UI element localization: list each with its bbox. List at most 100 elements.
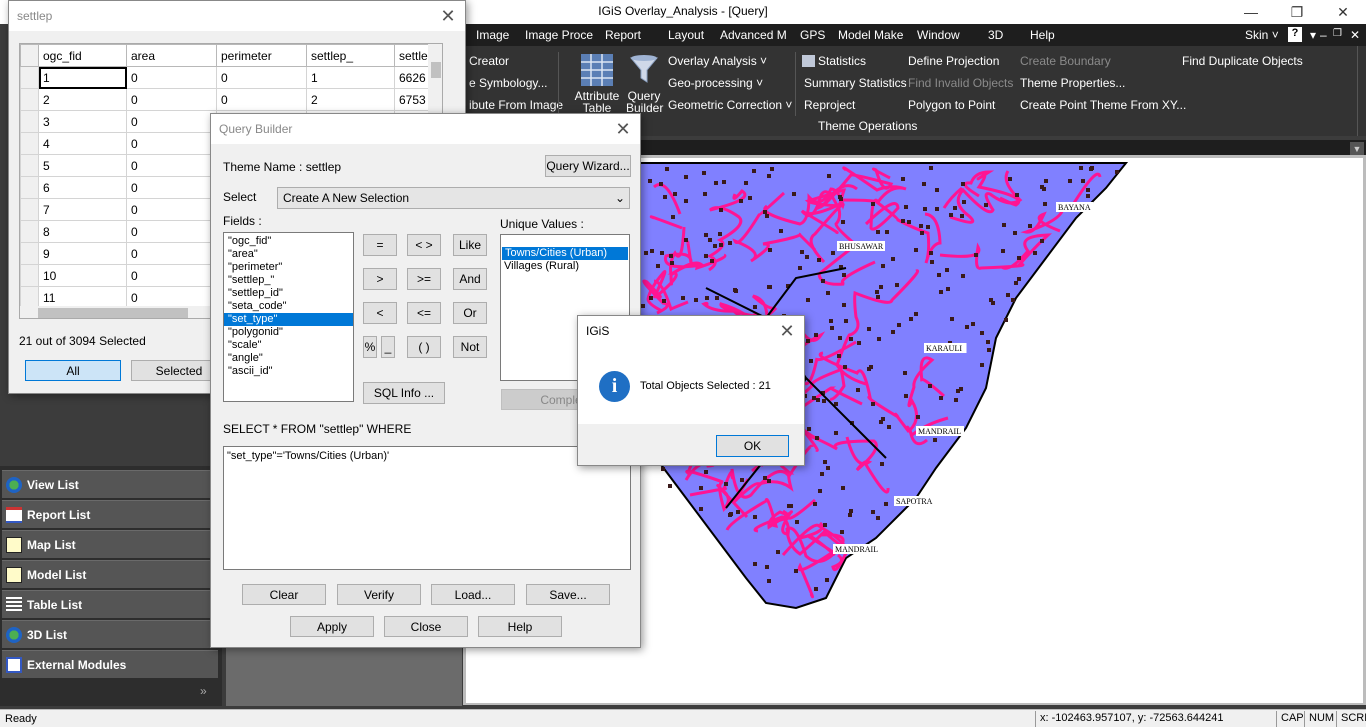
table-cell[interactable]: 9 bbox=[38, 242, 127, 265]
table-cell[interactable]: 1 bbox=[306, 66, 395, 89]
table-cell[interactable]: 0 bbox=[126, 110, 217, 133]
operator-button[interactable]: _ bbox=[381, 336, 395, 358]
tab-dropdown-icon[interactable]: ▼ bbox=[1350, 142, 1364, 156]
field-item[interactable]: "area" bbox=[224, 248, 353, 261]
expand-panel-icon[interactable]: » bbox=[200, 684, 207, 698]
column-header-area[interactable]: area bbox=[126, 44, 217, 67]
table-cell[interactable]: 0 bbox=[126, 132, 217, 155]
skin-menu[interactable]: Skin ˅ bbox=[1245, 28, 1279, 42]
mdi-restore-button[interactable]: ❐ bbox=[1333, 28, 1342, 39]
external-modules-button[interactable]: External Modules bbox=[2, 650, 218, 678]
table-cell[interactable]: 4 bbox=[38, 132, 127, 155]
table-row[interactable]: 1 0 0 1 6626 bbox=[20, 66, 435, 89]
field-item[interactable]: "set_type" bbox=[224, 313, 353, 326]
column-header-settlep[interactable]: settlep_ bbox=[306, 44, 395, 67]
ok-button[interactable]: OK bbox=[716, 435, 789, 457]
table-list-button[interactable]: Table List bbox=[2, 590, 218, 618]
table-cell[interactable]: 0 bbox=[126, 154, 217, 177]
close-icon[interactable]: ✕ bbox=[776, 320, 798, 342]
table-cell[interactable]: 3 bbox=[38, 110, 127, 133]
table-cell[interactable]: 8 bbox=[38, 220, 127, 243]
verify-button[interactable]: Verify bbox=[337, 584, 421, 605]
operator-button[interactable]: Or bbox=[453, 302, 487, 324]
apply-button[interactable]: Apply bbox=[290, 616, 374, 637]
table-cell[interactable]: 0 bbox=[216, 66, 307, 89]
help-icon[interactable]: ? bbox=[1288, 27, 1302, 42]
field-item[interactable]: "scale" bbox=[224, 339, 353, 352]
sql-expression-input[interactable]: "set_type"='Towns/Cities (Urban)' bbox=[223, 446, 631, 570]
close-button[interactable]: Close bbox=[384, 616, 468, 637]
operator-button[interactable]: = bbox=[363, 234, 397, 256]
scrollbar-thumb[interactable] bbox=[431, 62, 441, 78]
field-item[interactable]: "perimeter" bbox=[224, 261, 353, 274]
mdi-dropdown-icon[interactable]: ▾ bbox=[1310, 28, 1316, 42]
close-button[interactable]: ✕ bbox=[1320, 0, 1366, 24]
field-item[interactable]: "settlep_id" bbox=[224, 287, 353, 300]
field-item[interactable]: "angle" bbox=[224, 352, 353, 365]
scrollbar-thumb[interactable] bbox=[38, 308, 188, 318]
theme-properties-button[interactable]: Theme Properties... bbox=[1020, 76, 1125, 90]
column-header-ogcfid[interactable]: ogc_fid bbox=[38, 44, 127, 67]
geometric-correction-menu[interactable]: Geometric Correction ˅ bbox=[668, 98, 792, 112]
table-cell[interactable]: 0 bbox=[126, 88, 217, 111]
row-header[interactable] bbox=[20, 132, 39, 155]
model-list-button[interactable]: Model List bbox=[2, 560, 218, 588]
row-header[interactable] bbox=[20, 198, 39, 221]
operator-button[interactable]: ( ) bbox=[407, 336, 441, 358]
menu-help[interactable]: Help bbox=[1030, 28, 1055, 42]
row-header[interactable] bbox=[20, 88, 39, 111]
field-item[interactable]: "polygonid" bbox=[224, 326, 353, 339]
operator-button[interactable]: <= bbox=[407, 302, 441, 324]
attribute-table-button[interactable]: Attribute Table bbox=[572, 52, 622, 114]
reproject-button[interactable]: Reproject bbox=[804, 98, 855, 112]
column-header-perimeter[interactable]: perimeter bbox=[216, 44, 307, 67]
table-cell[interactable]: 0 bbox=[126, 176, 217, 199]
summary-statistics-button[interactable]: Summary Statistics bbox=[804, 76, 907, 90]
table-cell[interactable]: 0 bbox=[126, 220, 217, 243]
table-cell[interactable]: 0 bbox=[216, 88, 307, 111]
query-builder-button[interactable]: Query Builder bbox=[626, 52, 663, 114]
ribbon-attribute-from-image[interactable]: ibute From Image bbox=[469, 98, 563, 112]
load-button[interactable]: Load... bbox=[431, 584, 515, 605]
polygon-to-point-button[interactable]: Polygon to Point bbox=[908, 98, 995, 112]
field-item[interactable]: "seta_code" bbox=[224, 300, 353, 313]
3d-list-button[interactable]: 3D List bbox=[2, 620, 218, 648]
menu-image-processing[interactable]: Image Proce bbox=[525, 28, 593, 42]
menu-report[interactable]: Report bbox=[605, 28, 641, 42]
row-header[interactable] bbox=[20, 110, 39, 133]
sql-info-button[interactable]: SQL Info ... bbox=[363, 382, 445, 404]
table-cell[interactable]: 0 bbox=[126, 66, 217, 89]
menu-model-maker[interactable]: Model Make bbox=[838, 28, 903, 42]
operator-button[interactable]: > bbox=[363, 268, 397, 290]
operator-button[interactable]: % bbox=[363, 336, 377, 358]
report-list-button[interactable]: Report List bbox=[2, 500, 218, 528]
field-item[interactable]: "settlep_" bbox=[224, 274, 353, 287]
table-row[interactable]: 2 0 0 2 6753 bbox=[20, 88, 435, 111]
operator-button[interactable]: And bbox=[453, 268, 487, 290]
menu-window[interactable]: Window bbox=[917, 28, 960, 42]
define-projection-button[interactable]: Define Projection bbox=[908, 54, 999, 68]
all-button[interactable]: All bbox=[25, 360, 121, 381]
operator-button[interactable]: >= bbox=[407, 268, 441, 290]
mdi-close-button[interactable]: ✕ bbox=[1350, 28, 1360, 42]
menu-layout[interactable]: Layout bbox=[668, 28, 704, 42]
restore-button[interactable]: ❐ bbox=[1274, 0, 1320, 24]
unique-value-item[interactable]: Villages (Rural) bbox=[501, 260, 629, 273]
menu-gps[interactable]: GPS bbox=[800, 28, 825, 42]
table-cell[interactable]: 5 bbox=[38, 154, 127, 177]
mdi-minimize-button[interactable]: – bbox=[1320, 28, 1327, 42]
help-button[interactable]: Help bbox=[478, 616, 562, 637]
table-cell[interactable]: 10 bbox=[38, 264, 127, 287]
overlay-analysis-menu[interactable]: Overlay Analysis ˅ bbox=[668, 54, 767, 68]
operator-button[interactable]: < > bbox=[407, 234, 441, 256]
create-boundary-button[interactable]: Create Boundary bbox=[1020, 54, 1111, 68]
clear-button[interactable]: Clear bbox=[242, 584, 326, 605]
close-icon[interactable]: ✕ bbox=[437, 5, 459, 27]
create-point-theme-button[interactable]: Create Point Theme From XY... bbox=[1020, 98, 1186, 112]
table-cell[interactable]: 2 bbox=[306, 88, 395, 111]
find-invalid-objects-button[interactable]: Find Invalid Objects bbox=[908, 76, 1013, 90]
field-item[interactable]: "ogc_fid" bbox=[224, 235, 353, 248]
unique-value-item[interactable]: Towns/Cities (Urban) bbox=[502, 247, 628, 260]
menu-advanced[interactable]: Advanced M bbox=[720, 28, 787, 42]
find-duplicate-objects-button[interactable]: Find Duplicate Objects bbox=[1182, 54, 1303, 68]
